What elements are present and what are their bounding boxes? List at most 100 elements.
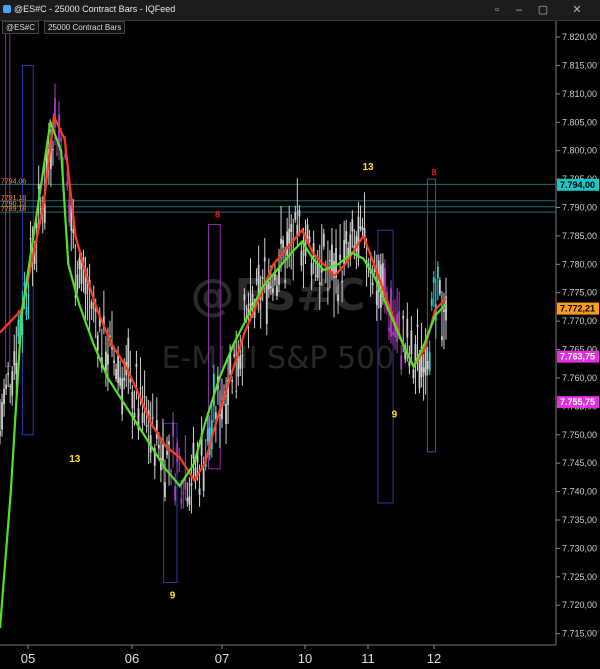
price-tick-label: 7.805,00 bbox=[562, 117, 597, 127]
candle-body bbox=[192, 442, 195, 459]
candle-body bbox=[384, 268, 386, 293]
candle-body bbox=[166, 451, 168, 455]
maximize-icon[interactable]: ▢ bbox=[532, 2, 554, 18]
candle-body bbox=[56, 153, 58, 155]
candle-body bbox=[133, 412, 136, 418]
td-count-label: 9 bbox=[170, 590, 176, 601]
candle-body bbox=[7, 373, 10, 375]
candle-body bbox=[406, 318, 409, 338]
candle-body bbox=[107, 354, 109, 365]
candle-body bbox=[237, 358, 240, 377]
price-tick-label: 7.785,00 bbox=[562, 231, 597, 241]
candle-body bbox=[135, 363, 138, 368]
candle-body bbox=[294, 212, 297, 220]
candle-body bbox=[306, 224, 309, 239]
candle-body bbox=[284, 280, 287, 283]
candle-body bbox=[0, 431, 1, 436]
candle-body bbox=[243, 294, 246, 301]
candle-body bbox=[361, 227, 364, 230]
price-tick-label: 7.720,00 bbox=[562, 600, 597, 610]
candle-body bbox=[182, 492, 185, 494]
candle-body bbox=[263, 257, 266, 262]
candle-body bbox=[392, 331, 394, 336]
candle-body bbox=[90, 301, 93, 309]
candle-body bbox=[326, 288, 329, 290]
candle-body bbox=[276, 285, 278, 296]
candle-body bbox=[113, 360, 115, 364]
candle-body bbox=[3, 389, 5, 405]
candle-body bbox=[11, 371, 14, 396]
candle-body bbox=[27, 294, 30, 296]
candle-body bbox=[428, 352, 431, 371]
price-chart[interactable]: @ES#C E-MINI S&P 500 7794,067791,187790,1… bbox=[0, 0, 600, 669]
candle-body bbox=[239, 355, 242, 369]
candle-body bbox=[400, 355, 403, 370]
watermark: @ES#C E-MINI S&P 500 bbox=[162, 270, 395, 376]
time-tick-label: 12 bbox=[427, 651, 441, 666]
td-count-label: 13 bbox=[69, 454, 81, 465]
time-tick-label: 06 bbox=[125, 651, 139, 666]
watermark-name: E-MINI S&P 500 bbox=[162, 341, 395, 376]
candle-body bbox=[388, 327, 390, 332]
candle-body bbox=[139, 387, 142, 389]
candle-body bbox=[78, 258, 81, 269]
candle-body bbox=[269, 286, 272, 289]
candle-body bbox=[96, 335, 99, 351]
candle-body bbox=[271, 288, 274, 293]
candle-body bbox=[341, 280, 344, 283]
price-tick-label: 7.800,00 bbox=[562, 146, 597, 156]
price-tick-label: 7.730,00 bbox=[562, 543, 597, 553]
price-tag-label: 7.763,75 bbox=[560, 352, 595, 362]
candle-body bbox=[225, 403, 227, 425]
minimize-icon[interactable]: – bbox=[508, 2, 530, 18]
candle-body bbox=[351, 219, 354, 232]
candle-body bbox=[337, 294, 339, 302]
level-label: 7789,18 bbox=[1, 206, 26, 213]
interval-tag[interactable]: 25000 Contract Bars bbox=[44, 21, 126, 34]
price-tick-label: 7.745,00 bbox=[562, 458, 597, 468]
candle-body bbox=[76, 274, 79, 290]
candle-body bbox=[286, 231, 289, 256]
price-tag-label: 7.794,00 bbox=[560, 180, 595, 190]
chart-tagbar: @ES#C 25000 Contract Bars bbox=[0, 21, 200, 34]
price-tick-label: 7.735,00 bbox=[562, 515, 597, 525]
candle-body bbox=[255, 279, 258, 281]
candle-body bbox=[345, 230, 348, 244]
candle-body bbox=[300, 250, 303, 266]
candle-body bbox=[15, 362, 18, 375]
price-tick-label: 7.770,00 bbox=[562, 316, 597, 326]
candle-body bbox=[422, 367, 425, 373]
symbol-tag[interactable]: @ES#C bbox=[2, 21, 40, 34]
candle-body bbox=[68, 199, 71, 223]
pin-icon[interactable]: ▫ bbox=[486, 2, 508, 18]
time-tick-label: 11 bbox=[361, 651, 375, 666]
time-tick-label: 07 bbox=[215, 651, 229, 666]
candle-body bbox=[143, 396, 146, 398]
candle-body bbox=[162, 444, 164, 461]
price-tick-label: 7.750,00 bbox=[562, 430, 597, 440]
candle-body bbox=[416, 324, 419, 327]
candle-body bbox=[52, 149, 54, 151]
candle-body bbox=[339, 254, 342, 260]
window-titlebar[interactable]: @ES#C - 25000 Contract Bars - IQFeed ▫ –… bbox=[0, 0, 600, 21]
candle-body bbox=[168, 441, 170, 445]
candle-body bbox=[190, 483, 193, 486]
candle-body bbox=[412, 369, 415, 379]
candle-body bbox=[298, 210, 301, 217]
candle-body bbox=[180, 498, 183, 504]
price-tick-label: 7.725,00 bbox=[562, 572, 597, 582]
close-icon[interactable]: ✕ bbox=[566, 2, 588, 18]
candle-body bbox=[131, 391, 134, 409]
candle-body bbox=[329, 260, 331, 262]
candle-body bbox=[176, 443, 179, 462]
candle-body bbox=[17, 319, 20, 337]
candle-body bbox=[267, 282, 270, 290]
candle-body bbox=[375, 290, 378, 305]
watermark-symbol: @ES#C bbox=[191, 270, 366, 321]
time-tick-label: 10 bbox=[298, 651, 312, 666]
candle-body bbox=[206, 428, 209, 442]
time-axis[interactable]: 05 06 07 10 11 12 bbox=[0, 644, 556, 666]
candle-body bbox=[322, 233, 325, 247]
candle-body bbox=[290, 223, 293, 233]
price-axis[interactable]: 7.715,00 7.720,00 7.725,00 7.730,00 7.735,00… bbox=[555, 20, 599, 645]
